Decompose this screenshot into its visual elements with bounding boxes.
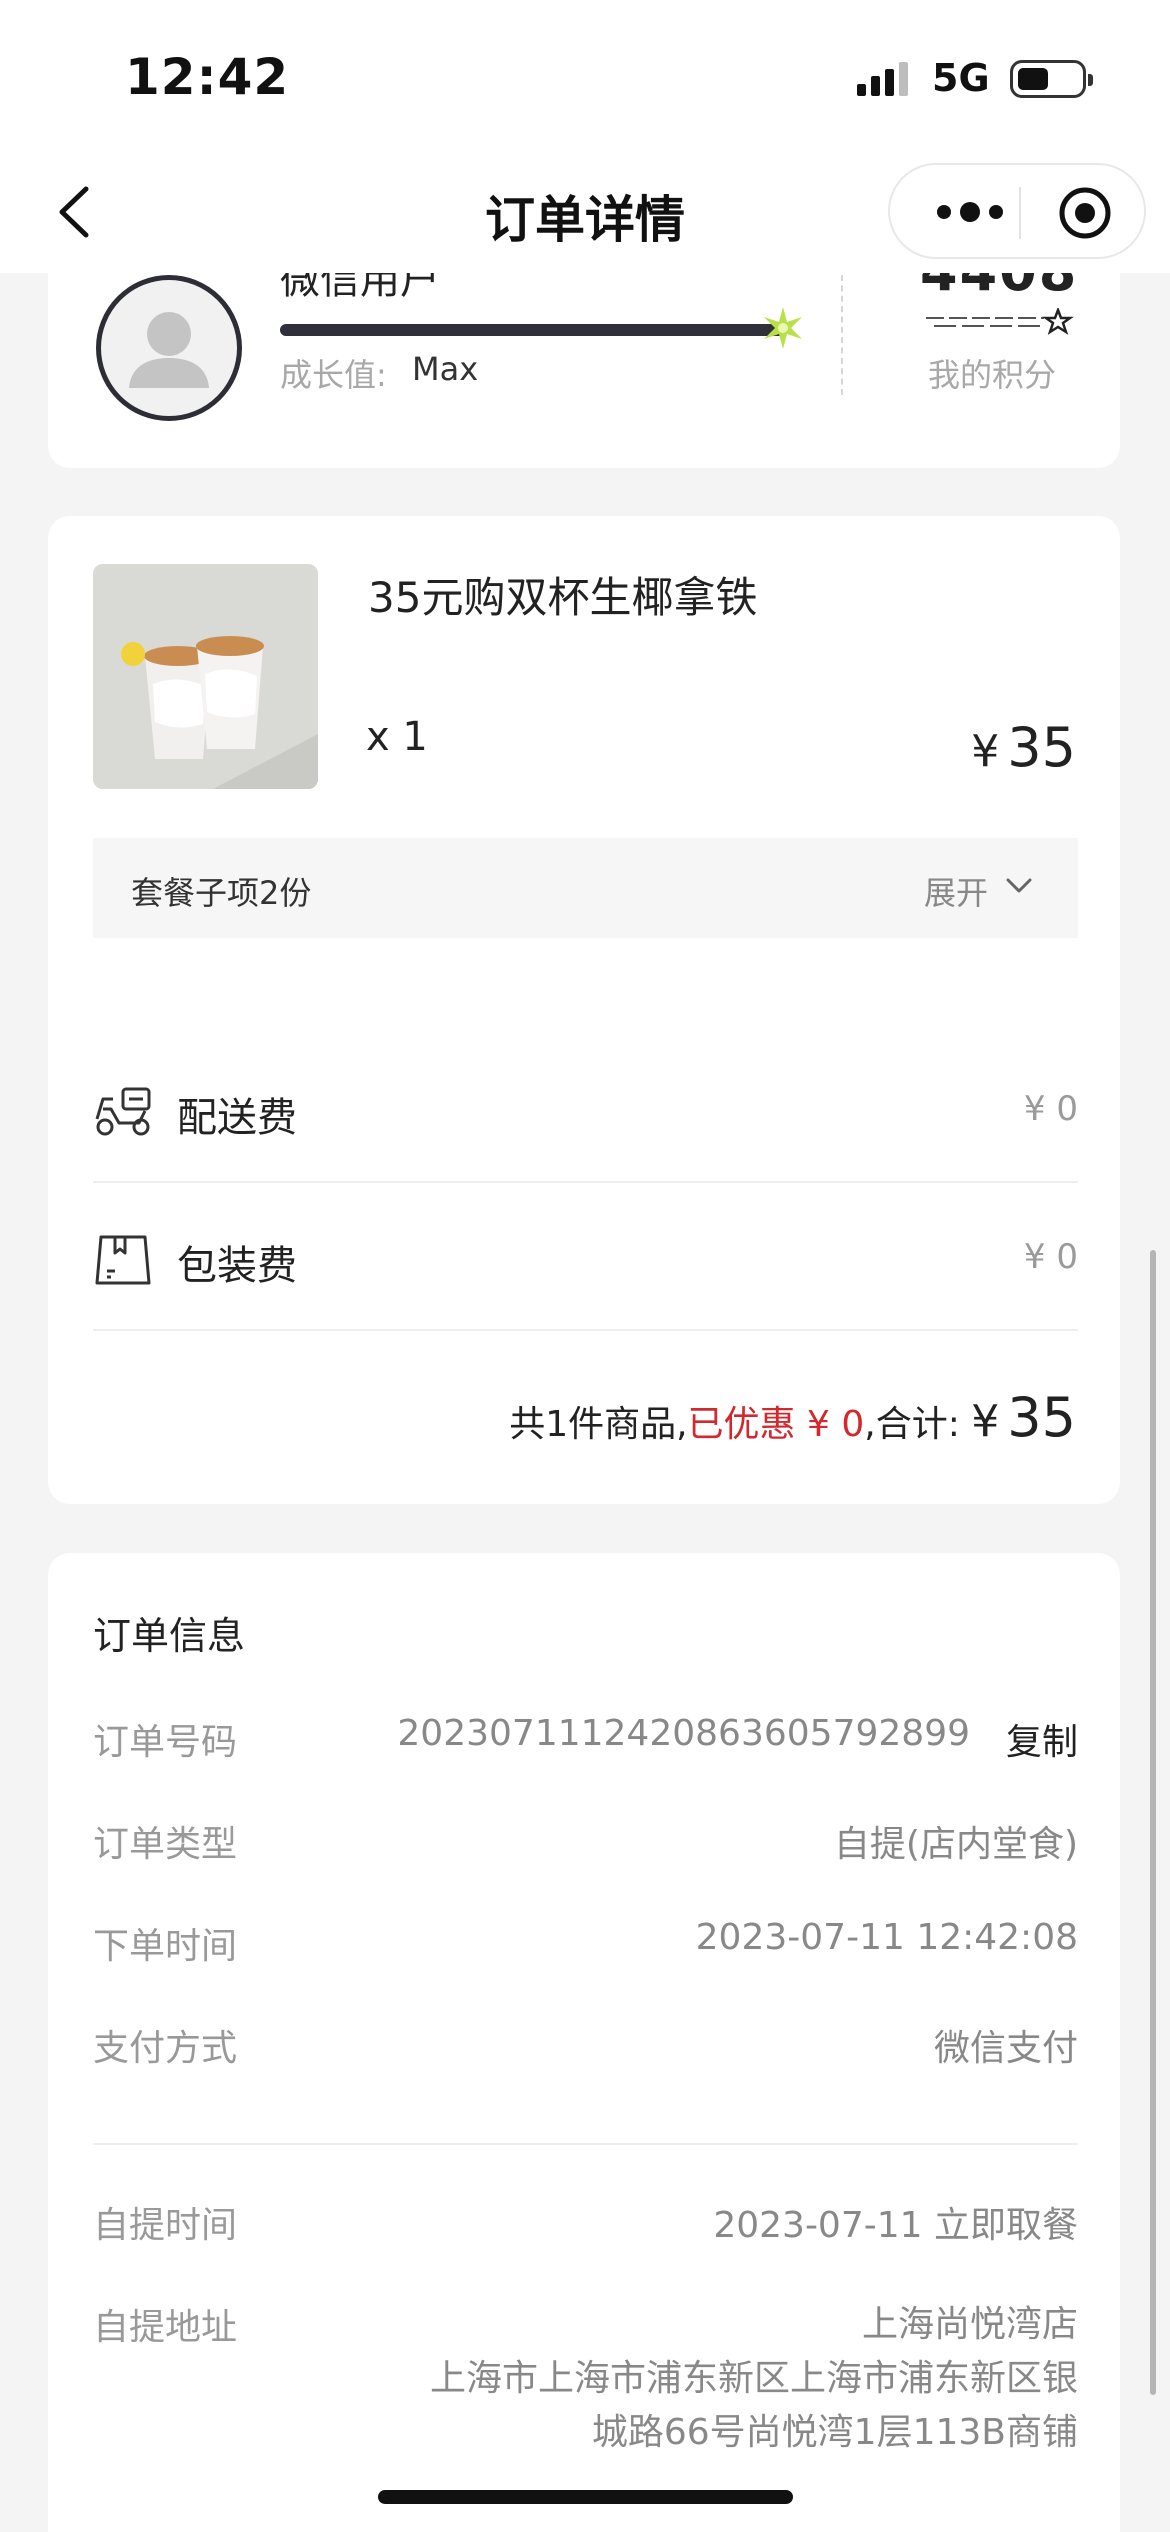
fee-value: ¥ 0 <box>1023 1237 1078 1277</box>
total-label: ,合计: <box>864 1404 960 1445</box>
address-line: 上海市上海市浦东新区上海市浦东新区银 <box>429 2358 1078 2399</box>
expand-label[interactable]: 展开 <box>924 868 988 914</box>
product-image[interactable] <box>93 564 318 789</box>
info-label: 订单号码 <box>93 1722 238 1763</box>
copy-button[interactable]: 复制 <box>1006 1713 1078 1765</box>
section-title: 订单信息 <box>93 1614 246 1658</box>
package-sub-items[interactable]: 套餐子项2份 展开 <box>93 838 1078 938</box>
growth-label: 成长值: <box>280 356 387 394</box>
payment-method-row: 支付方式 微信支付 <box>93 2019 1078 2079</box>
store-name: 上海尚悦湾店 <box>861 2304 1078 2345</box>
fee-value: ¥ 0 <box>1023 1089 1078 1129</box>
package-bag-icon <box>95 1235 151 1285</box>
order-time-row: 下单时间 2023-07-11 12:42:08 <box>93 1917 1078 1977</box>
section-divider <box>93 2143 1078 2145</box>
user-silhouette-icon <box>129 312 209 388</box>
points-decoration-icon <box>926 308 1074 335</box>
pickup-address: 上海尚悦湾店 上海市上海市浦东新区上海市浦东新区银 城路66号尚悦湾1层113B… <box>430 2298 1078 2460</box>
scrollbar[interactable] <box>1150 1250 1156 2395</box>
currency-symbol: ¥ <box>971 726 1000 777</box>
latte-cups-image <box>93 564 318 789</box>
packaging-fee-row: 包装费 ¥ 0 <box>93 1185 1078 1331</box>
growth-value: Max <box>412 350 479 388</box>
pickup-time: 2023-07-11 立即取餐 <box>713 2205 1078 2246</box>
chevron-down-icon[interactable] <box>1004 874 1034 898</box>
order-number: 20230711124208636057928​99 <box>397 1713 970 1754</box>
home-indicator[interactable] <box>378 2490 793 2504</box>
order-number-row: 订单号码 20230711124208636057928​99 复制 <box>93 1713 1078 1773</box>
info-label: 自提地址 <box>93 2307 238 2348</box>
battery-icon <box>1010 60 1093 98</box>
address-line: 城路66号尚悦湾1层113B商铺 <box>591 2412 1078 2453</box>
order-type: 自提(店内堂食) <box>833 1824 1078 1865</box>
capsule-divider <box>1019 187 1021 239</box>
network-label: 5G <box>932 56 990 100</box>
order-time: 2023-07-11 12:42:08 <box>695 1917 1078 1958</box>
fee-label: 包装费 <box>177 1243 297 1289</box>
order-card: 35元购双杯生椰拿铁 x 1 ¥35 套餐子项2份 展开 配送费 ¥ 0 包装费… <box>48 516 1120 1504</box>
target-circle-icon[interactable] <box>1057 185 1113 241</box>
sparkle-star-icon <box>764 307 802 349</box>
info-label: 自提时间 <box>93 2205 238 2246</box>
discount-text: 已优惠 ¥ 0 <box>687 1404 865 1445</box>
order-type-row: 订单类型 自提(店内堂食) <box>93 1815 1078 1875</box>
info-label: 订单类型 <box>93 1824 238 1865</box>
pickup-time-row: 自提时间 2023-07-11 立即取餐 <box>93 2196 1078 2256</box>
status-time: 12:42 <box>125 48 290 106</box>
order-info-card: 订单信息 订单号码 20230711124208636057928​99 复制 … <box>48 1553 1120 2532</box>
signal-icon <box>857 62 908 96</box>
currency-symbol: ¥ <box>971 1396 1000 1447</box>
delivery-fee-row: 配送费 ¥ 0 <box>93 1037 1078 1183</box>
status-bar: 12:42 5G <box>0 0 1170 155</box>
total-amount: 35 <box>1007 1386 1076 1449</box>
mini-program-capsule <box>888 163 1146 259</box>
points-label: 我的积分 <box>928 356 1057 394</box>
pickup-address-row: 自提地址 上海尚悦湾店 上海市上海市浦东新区上海市浦东新区银 城路66号尚悦湾1… <box>93 2298 1078 2468</box>
total-item-count: 共1件商品, <box>509 1404 688 1445</box>
info-label: 下单时间 <box>93 1926 238 1967</box>
product-price: ¥35 <box>971 716 1076 779</box>
info-label: 支付方式 <box>93 2028 238 2069</box>
more-dots-icon[interactable] <box>930 192 1010 232</box>
sub-items-label: 套餐子项2份 <box>131 874 312 912</box>
product-name: 35元购双杯生椰拿铁 <box>368 573 758 622</box>
product-quantity: x 1 <box>366 714 428 760</box>
avatar[interactable] <box>96 275 242 421</box>
dashed-divider <box>841 275 843 395</box>
payment-method: 微信支付 <box>933 2028 1078 2069</box>
growth-progress-bar <box>280 324 785 336</box>
nav-bar: 订单详情 <box>0 155 1170 273</box>
order-total-summary: 共1件商品,已优惠 ¥ 0,合计: ¥35 <box>509 1386 1076 1449</box>
price-value: 35 <box>1007 716 1076 779</box>
fee-label: 配送费 <box>177 1095 297 1141</box>
scooter-icon <box>95 1087 151 1136</box>
